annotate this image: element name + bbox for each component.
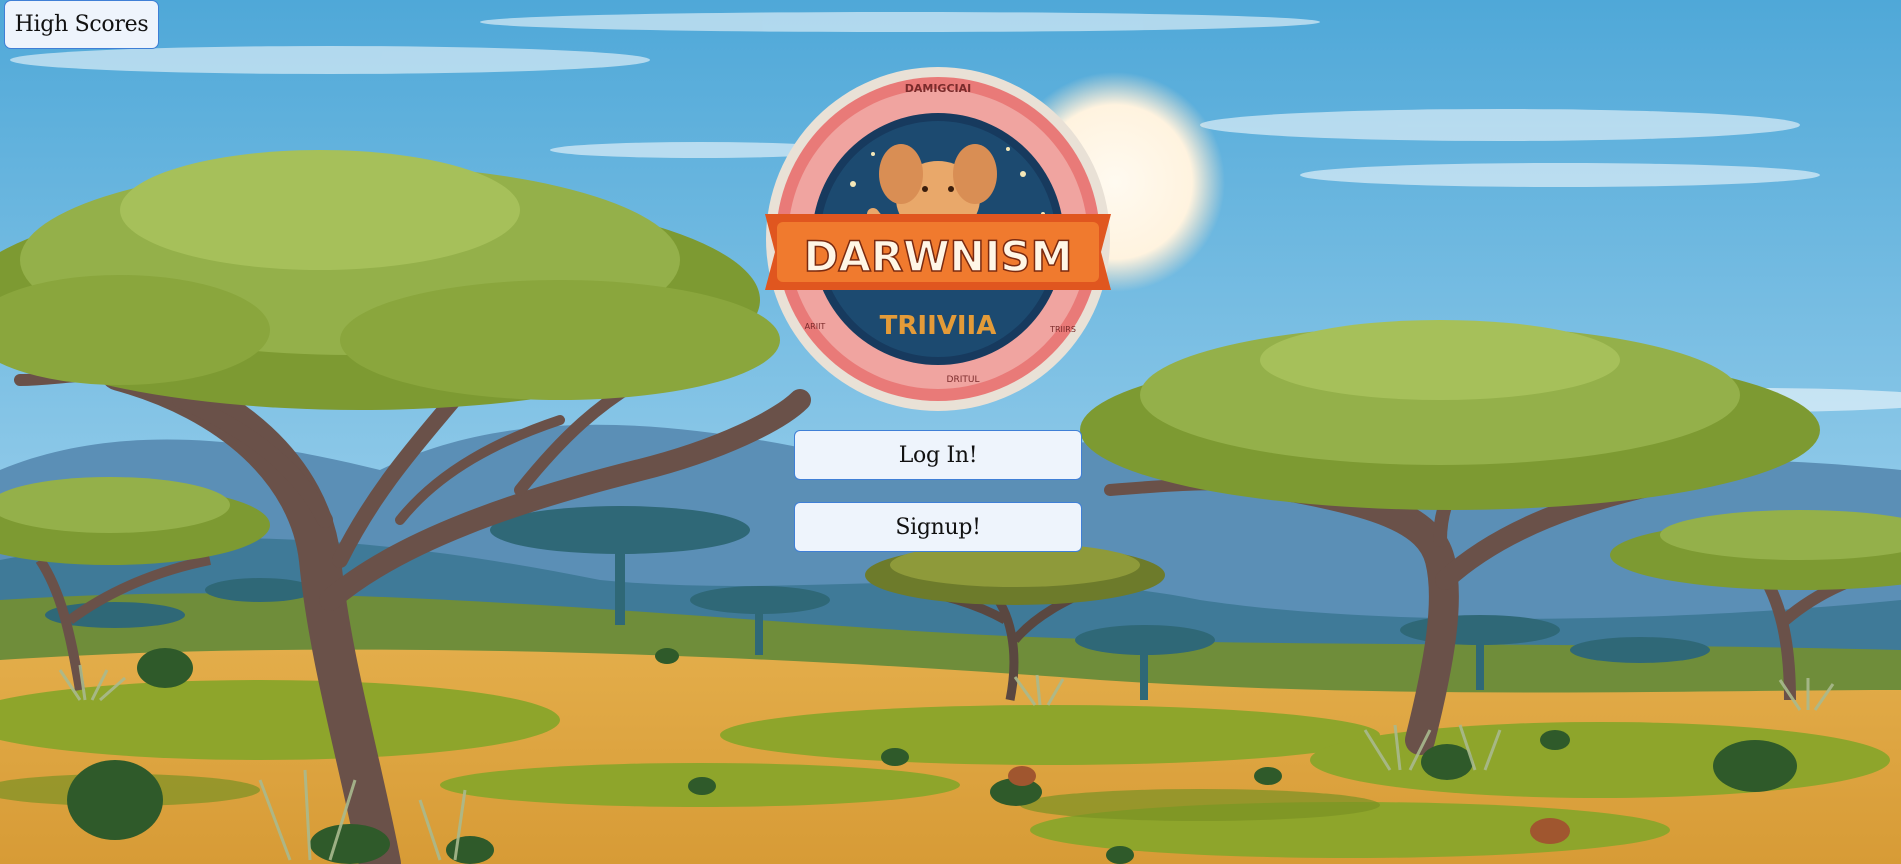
darwnism-trivia-logo: DAMIGCIAI DARWNISM TRIIVIIA ARIIT TRIIRS… [765, 67, 1111, 411]
logo-right-small-text: TRIIRS [1049, 325, 1076, 334]
logo-bottom-arc-text: DRITUL [947, 375, 980, 385]
login-button[interactable]: Log In! [794, 430, 1082, 480]
logo-top-arc-text: DAMIGCIAI [905, 82, 971, 95]
title-screen: DAMIGCIAI DARWNISM TRIIVIIA ARIIT TRIIRS… [0, 0, 1901, 864]
logo-subtitle: TRIIVIIA [880, 311, 997, 341]
logo-left-small-text: ARIIT [805, 322, 826, 331]
logo-title: DARWNISM [804, 232, 1073, 281]
signup-button[interactable]: Signup! [794, 502, 1082, 552]
high-scores-button[interactable]: High Scores [4, 0, 159, 49]
